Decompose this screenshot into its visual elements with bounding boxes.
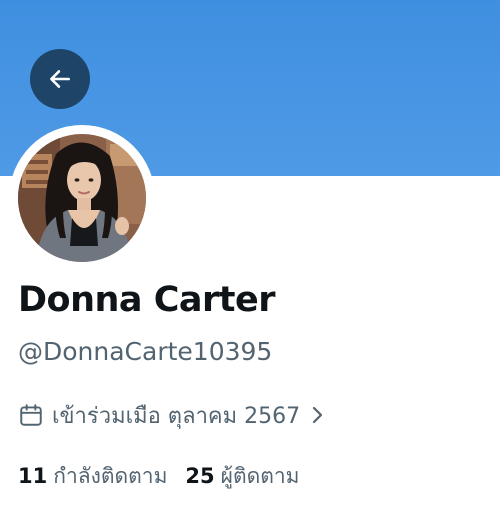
following-link[interactable]: 11 กำลังติดตาม: [18, 460, 167, 493]
profile-stats: 11 กำลังติดตาม 25 ผู้ติดตาม: [18, 460, 300, 493]
followers-count: 25: [185, 464, 215, 488]
profile-page: Donna Carter @DonnaCarte10395 เข้าร่วมเม…: [0, 0, 500, 523]
following-label: กำลังติดตาม: [53, 464, 168, 488]
joined-date-text: เข้าร่วมเมือ ตุลาคม 2567: [52, 403, 301, 429]
joined-date-row[interactable]: เข้าร่วมเมือ ตุลาคม 2567: [18, 399, 326, 431]
avatar-photo: [18, 134, 146, 262]
avatar[interactable]: [18, 134, 146, 262]
back-button[interactable]: [30, 49, 90, 109]
arrow-left-icon: [50, 70, 70, 88]
chevron-right-icon: [313, 406, 323, 424]
following-count: 11: [18, 464, 48, 488]
calendar-icon: [20, 404, 42, 426]
followers-link[interactable]: 25 ผู้ติดตาม: [185, 460, 299, 493]
profile-display-name: Donna Carter: [18, 280, 276, 320]
followers-label: ผู้ติดตาม: [220, 464, 300, 488]
profile-handle: @DonnaCarte10395: [18, 337, 273, 366]
